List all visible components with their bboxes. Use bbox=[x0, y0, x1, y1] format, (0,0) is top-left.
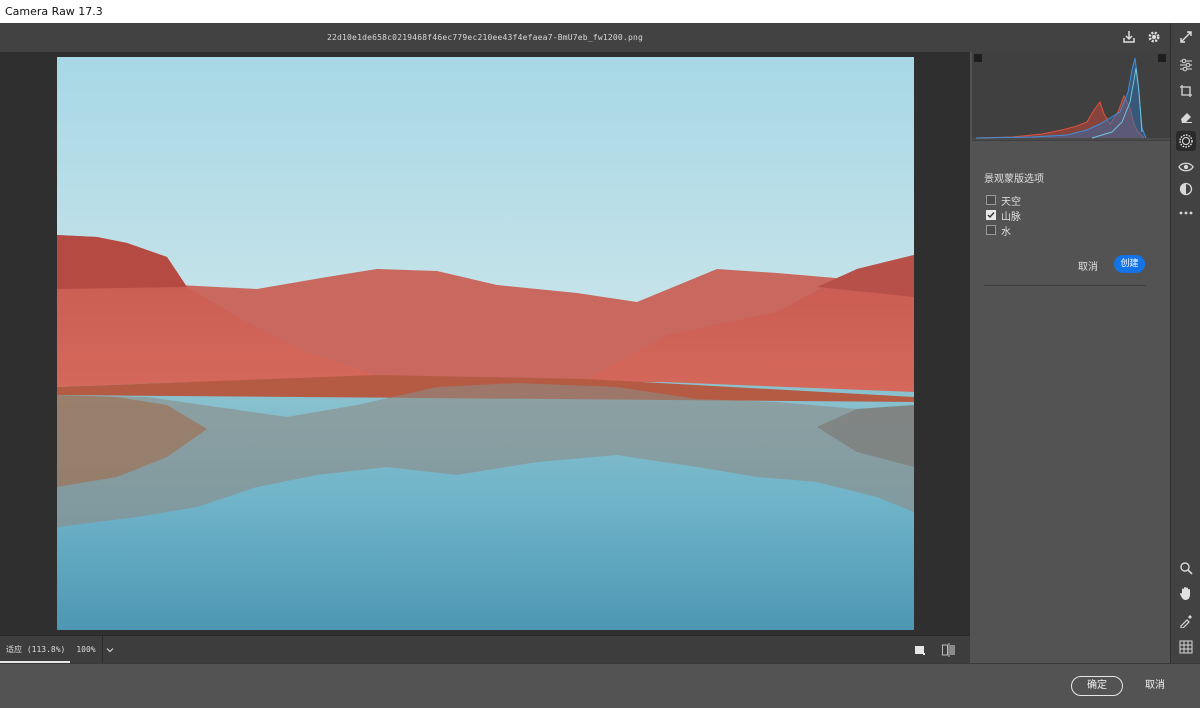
water-label: 水 bbox=[1001, 226, 1011, 238]
dialog-footer: 确定 取消 bbox=[0, 663, 1200, 708]
image-canvas[interactable] bbox=[0, 52, 970, 635]
checkmark-icon bbox=[987, 212, 995, 219]
window-title: Camera Raw 17.3 bbox=[0, 0, 1200, 23]
gear-icon[interactable] bbox=[1145, 28, 1163, 46]
zoom-icon[interactable] bbox=[1176, 558, 1196, 578]
zoom-bar: 适应 (113.8%) 100% bbox=[0, 635, 970, 663]
sky-label: 天空 bbox=[1001, 196, 1021, 208]
zoom-100-button[interactable]: 100% bbox=[70, 636, 103, 663]
before-after-icon[interactable] bbox=[940, 641, 958, 659]
redeye-icon[interactable] bbox=[1176, 157, 1196, 177]
file-name: 22d10e1de658c0219468f46ec779ec210ee43f4e… bbox=[326, 33, 644, 42]
more-icon[interactable] bbox=[1176, 203, 1196, 223]
cancel-button[interactable]: 取消 bbox=[1139, 676, 1171, 696]
masking-icon[interactable] bbox=[1176, 131, 1196, 151]
chevron-down-icon[interactable] bbox=[103, 636, 117, 663]
preview-image bbox=[57, 57, 914, 630]
option-water[interactable]: 水 bbox=[986, 224, 1011, 238]
option-sky[interactable]: 天空 bbox=[986, 194, 1021, 208]
divider bbox=[984, 285, 1146, 286]
expand-icon[interactable] bbox=[1176, 27, 1196, 47]
options-cancel-button[interactable]: 取消 bbox=[1078, 258, 1098, 273]
download-icon[interactable] bbox=[1120, 28, 1138, 46]
histogram bbox=[972, 52, 1170, 141]
tool-strip bbox=[1170, 23, 1200, 663]
zoom-fit-button[interactable]: 适应 (113.8%) bbox=[0, 636, 70, 663]
top-bar: 22d10e1de658c0219468f46ec779ec210ee43f4e… bbox=[0, 23, 1170, 52]
crop-icon[interactable] bbox=[1176, 81, 1196, 101]
ok-button[interactable]: 确定 bbox=[1071, 676, 1123, 696]
water-checkbox[interactable] bbox=[986, 225, 996, 235]
shadow-clip-indicator bbox=[974, 54, 982, 62]
options-create-button[interactable]: 创建 bbox=[1114, 255, 1145, 273]
hand-icon[interactable] bbox=[1176, 583, 1196, 603]
camera-raw-app: 22d10e1de658c0219468f46ec779ec210ee43f4e… bbox=[0, 23, 1200, 708]
single-view-icon[interactable] bbox=[911, 641, 929, 659]
eraser-icon[interactable] bbox=[1176, 107, 1196, 127]
options-title: 景观蒙版选项 bbox=[984, 174, 1044, 185]
edit-sliders-icon[interactable] bbox=[1176, 55, 1196, 75]
eyedropper-icon[interactable] bbox=[1176, 611, 1196, 631]
presets-icon[interactable] bbox=[1176, 179, 1196, 199]
landscape-mask-options: 景观蒙版选项 天空 山脉 水 取消 创建 bbox=[972, 142, 1170, 663]
sky-checkbox[interactable] bbox=[986, 195, 996, 205]
highlight-clip-indicator bbox=[1158, 54, 1166, 62]
right-panel: 景观蒙版选项 天空 山脉 水 取消 创建 bbox=[972, 52, 1170, 663]
grid-icon[interactable] bbox=[1176, 637, 1196, 657]
option-mountains[interactable]: 山脉 bbox=[986, 209, 1021, 223]
mountains-label: 山脉 bbox=[1001, 211, 1021, 223]
mountains-checkbox[interactable] bbox=[986, 210, 996, 220]
